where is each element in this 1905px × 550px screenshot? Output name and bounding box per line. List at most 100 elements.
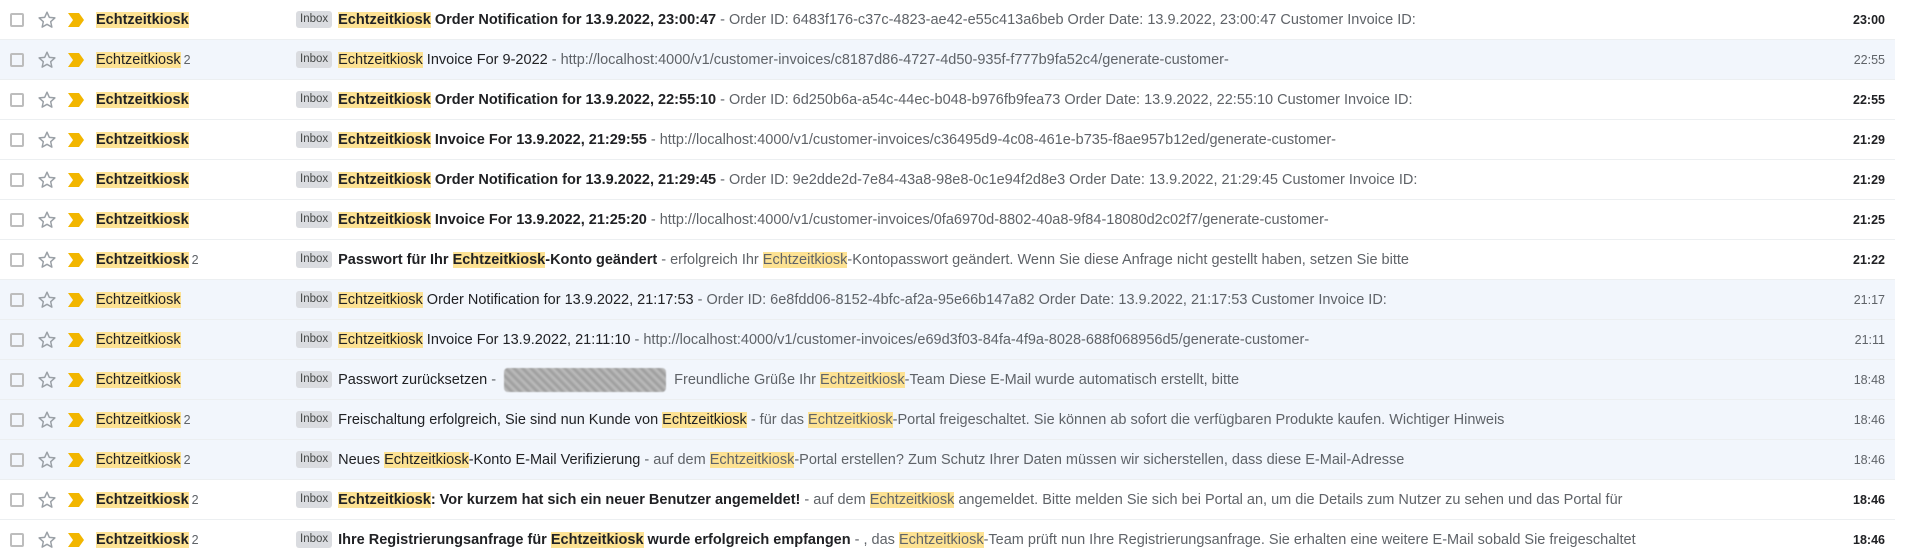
snippet-text: - Order ID: 6483f176-c37c-4823-ae42-e55c… xyxy=(716,12,1416,28)
star-icon[interactable] xyxy=(36,89,58,111)
star-icon[interactable] xyxy=(36,369,58,391)
inbox-label-badge[interactable]: Inbox xyxy=(296,250,333,268)
email-row[interactable]: Echtzeitkiosk Inbox Echtzeitkiosk Order N… xyxy=(0,80,1895,120)
star-icon[interactable] xyxy=(36,249,58,271)
email-row[interactable]: Echtzeitkiosk Inbox Echtzeitkiosk Invoice… xyxy=(0,120,1895,160)
message-preview: Inbox Passwort zurücksetzen - Freundliche… xyxy=(296,360,1807,399)
email-row[interactable]: Echtzeitkiosk 2 Inbox Neues Echtzeitkiosk-… xyxy=(0,440,1895,480)
inbox-label-badge[interactable]: Inbox xyxy=(296,530,333,548)
importance-marker-icon[interactable] xyxy=(66,132,86,148)
inbox-label-badge[interactable]: Inbox xyxy=(296,410,333,428)
star-icon[interactable] xyxy=(36,209,58,231)
star-icon[interactable] xyxy=(36,489,58,511)
snippet-text: angemeldet. Bitte melden Sie sich bei Po… xyxy=(954,492,1623,508)
inbox-label-badge[interactable]: Inbox xyxy=(296,450,333,468)
inbox-label-badge[interactable]: Inbox xyxy=(296,490,333,508)
email-time: 18:46 xyxy=(1853,453,1885,467)
inbox-label-badge[interactable]: Inbox xyxy=(296,50,333,68)
star-icon[interactable] xyxy=(36,9,58,31)
sender-name: Echtzeitkiosk xyxy=(96,92,189,108)
select-checkbox[interactable] xyxy=(10,413,24,427)
sender-cell: Echtzeitkiosk xyxy=(96,200,286,239)
select-checkbox[interactable] xyxy=(10,253,24,267)
importance-marker-icon[interactable] xyxy=(66,372,86,388)
search-highlight: Echtzeitkiosk xyxy=(869,492,955,508)
sender-name: Echtzeitkiosk xyxy=(96,412,181,428)
inbox-label-badge[interactable]: Inbox xyxy=(296,210,333,228)
email-time: 21:25 xyxy=(1853,213,1885,227)
importance-marker-icon[interactable] xyxy=(66,212,86,228)
select-checkbox[interactable] xyxy=(10,453,24,467)
importance-marker-icon[interactable] xyxy=(66,252,86,268)
email-time: 22:55 xyxy=(1853,93,1885,107)
select-checkbox[interactable] xyxy=(10,333,24,347)
sender-name: Echtzeitkiosk xyxy=(96,12,189,28)
importance-marker-icon[interactable] xyxy=(66,292,86,308)
search-highlight: Echtzeitkiosk xyxy=(384,452,469,468)
search-highlight: Echtzeitkiosk xyxy=(338,92,431,108)
select-checkbox[interactable] xyxy=(10,493,24,507)
inbox-label-badge[interactable]: Inbox xyxy=(296,90,333,108)
select-checkbox[interactable] xyxy=(10,133,24,147)
email-row[interactable]: Echtzeitkiosk Inbox Passwort zurücksetzen… xyxy=(0,360,1895,400)
star-icon[interactable] xyxy=(36,129,58,151)
importance-marker-icon[interactable] xyxy=(66,332,86,348)
email-snippet: - http://localhost:4000/v1/customer-invo… xyxy=(548,52,1229,68)
star-icon[interactable] xyxy=(36,409,58,431)
email-row[interactable]: Echtzeitkiosk 2 Inbox Passwort für Ihr Ech… xyxy=(0,240,1895,280)
importance-marker-icon[interactable] xyxy=(66,412,86,428)
email-row[interactable]: Echtzeitkiosk 2 Inbox Freischaltung erfolg… xyxy=(0,400,1895,440)
importance-marker-icon[interactable] xyxy=(66,92,86,108)
snippet-text: - http://localhost:4000/v1/customer-invo… xyxy=(547,52,1229,68)
star-icon[interactable] xyxy=(36,529,58,550)
importance-marker-icon[interactable] xyxy=(66,12,86,28)
star-icon[interactable] xyxy=(36,329,58,351)
inbox-label-badge[interactable]: Inbox xyxy=(296,130,333,148)
select-checkbox[interactable] xyxy=(10,293,24,307)
message-preview: Inbox Echtzeitkiosk Order Notification fo… xyxy=(296,80,1807,119)
search-highlight: Echtzeitkiosk xyxy=(452,252,546,268)
star-icon[interactable] xyxy=(36,449,58,471)
snippet-text: -Portal erstellen? Zum Schutz Ihrer Date… xyxy=(794,452,1405,468)
importance-marker-icon[interactable] xyxy=(66,172,86,188)
snippet-text: -Team Diese E-Mail wurde automatisch ers… xyxy=(904,372,1240,388)
email-row[interactable]: Echtzeitkiosk 2 Inbox Echtzeitkiosk : Vor k… xyxy=(0,480,1895,520)
sender-cell: Echtzeitkiosk 2 xyxy=(96,480,286,519)
search-highlight: Echtzeitkiosk xyxy=(338,12,431,28)
importance-marker-icon[interactable] xyxy=(66,452,86,468)
email-row[interactable]: Echtzeitkiosk Inbox Echtzeitkiosk Order N… xyxy=(0,0,1895,40)
select-checkbox[interactable] xyxy=(10,213,24,227)
inbox-label-badge[interactable]: Inbox xyxy=(296,330,333,348)
star-icon[interactable] xyxy=(36,289,58,311)
email-row[interactable]: Echtzeitkiosk Inbox Echtzeitkiosk Invoice… xyxy=(0,320,1895,360)
inbox-label-badge[interactable]: Inbox xyxy=(296,290,333,308)
star-icon[interactable] xyxy=(36,49,58,71)
inbox-label-badge[interactable]: Inbox xyxy=(296,170,333,188)
thread-count: 2 xyxy=(191,253,199,267)
inbox-label-badge[interactable]: Inbox xyxy=(296,370,333,388)
email-row[interactable]: Echtzeitkiosk Inbox Echtzeitkiosk Invoice… xyxy=(0,200,1895,240)
sender-name: Echtzeitkiosk xyxy=(96,332,181,348)
search-highlight: Echtzeitkiosk xyxy=(338,292,423,308)
importance-marker-icon[interactable] xyxy=(66,532,86,548)
subject-text: Ihre Registrierungsanfrage für xyxy=(338,532,551,548)
importance-marker-icon[interactable] xyxy=(66,52,86,68)
inbox-label-badge[interactable]: Inbox xyxy=(296,10,333,28)
email-snippet: - erfolgreich Ihr Echtzeitkiosk-Kontopas… xyxy=(657,252,1409,268)
importance-marker-icon[interactable] xyxy=(66,492,86,508)
star-icon[interactable] xyxy=(36,169,58,191)
email-time: 21:29 xyxy=(1853,173,1885,187)
message-preview: Inbox Echtzeitkiosk Order Notification fo… xyxy=(296,280,1807,319)
select-checkbox[interactable] xyxy=(10,173,24,187)
email-row[interactable]: Echtzeitkiosk Inbox Echtzeitkiosk Order N… xyxy=(0,160,1895,200)
select-checkbox[interactable] xyxy=(10,13,24,27)
select-checkbox[interactable] xyxy=(10,93,24,107)
email-row[interactable]: Echtzeitkiosk 2 Inbox Ihre Registrierungsa… xyxy=(0,520,1895,550)
select-checkbox[interactable] xyxy=(10,373,24,387)
select-checkbox[interactable] xyxy=(10,533,24,547)
search-highlight: Echtzeitkiosk xyxy=(808,412,893,428)
subject-text: : Vor kurzem hat sich ein neuer Benutzer… xyxy=(430,492,801,508)
email-row[interactable]: Echtzeitkiosk Inbox Echtzeitkiosk Order N… xyxy=(0,280,1895,320)
select-checkbox[interactable] xyxy=(10,53,24,67)
email-row[interactable]: Echtzeitkiosk 2 Inbox Echtzeitkiosk Invoic… xyxy=(0,40,1895,80)
